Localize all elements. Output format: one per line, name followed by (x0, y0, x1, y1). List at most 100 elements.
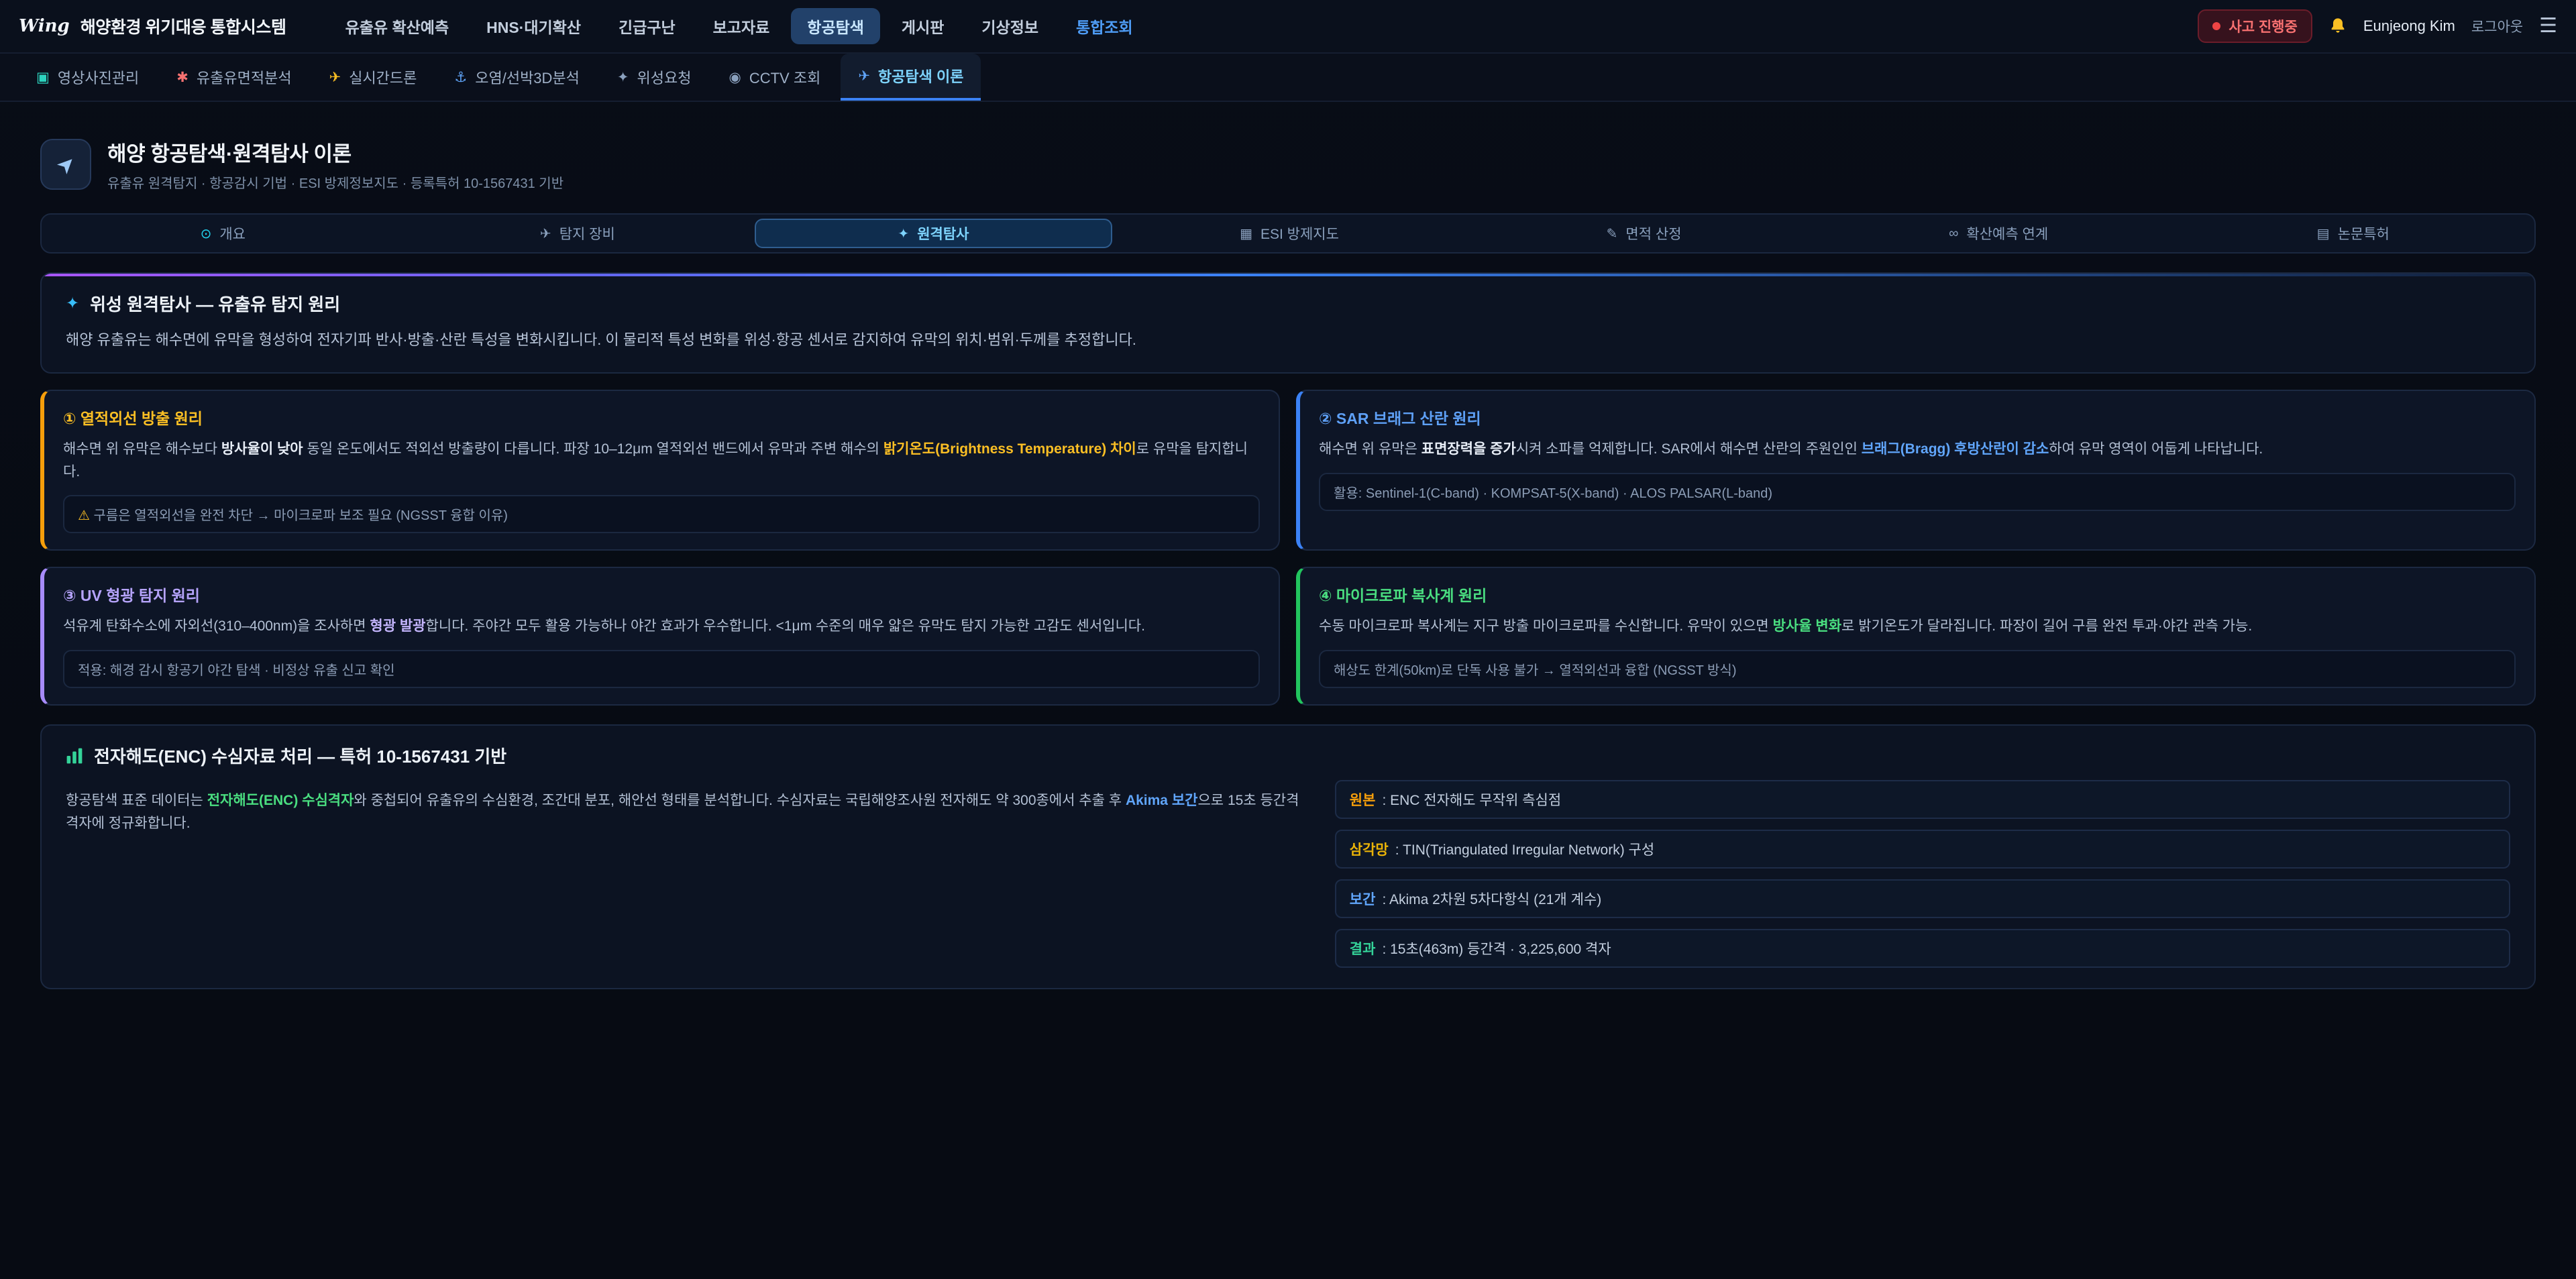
nav-item-weather-info[interactable]: 기상정보 (965, 8, 1055, 44)
page-plane-icon: ➤ (40, 139, 91, 190)
brand[interactable]: Wing 해양환경 위기대응 통합시스템 (19, 14, 286, 38)
enc-row-result: 결과 : 15초(463m) 등간격 · 3,225,600 격자 (1335, 929, 2510, 968)
card-body: 석유계 탄화수소에 자외선(310–400nm)을 조사하면 형광 발광합니다.… (63, 615, 1260, 638)
document-icon: ▤ (2317, 225, 2330, 242)
notification-bell-icon[interactable] (2328, 17, 2347, 36)
nav-item-emergency-rescue[interactable]: 긴급구난 (602, 8, 692, 44)
satellite-icon: ✦ (617, 69, 629, 86)
principle-card-uv-fluorescence: ③ UV 형광 탐지 원리 석유계 탄화수소에 자외선(310–400nm)을 … (40, 567, 1280, 706)
tab-overview[interactable]: ⊙ 개요 (46, 219, 400, 248)
enc-pipeline-rows: 원본 : ENC 전자해도 무작위 측심점 삼각망 : TIN(Triangul… (1335, 780, 2510, 968)
tab-label: 면적 산정 (1625, 223, 1681, 243)
ship-analysis-icon: ⚓ (454, 69, 467, 86)
topnav-right: 사고 진행중 Eunjeong Kim 로그아웃 ☰ (2198, 9, 2557, 43)
top-navbar: Wing 해양환경 위기대응 통합시스템 유출유 확산예측 HNS·대기확산 긴… (0, 0, 2576, 54)
enc-row-value: : Akima 2차원 5차다항식 (21개 계수) (1382, 889, 1601, 909)
card-note: 활용: Sentinel-1(C-band) · KOMPSAT-5(X-ban… (1319, 473, 2516, 511)
tab-esi-map[interactable]: ▦ ESI 방제지도 (1112, 219, 1467, 248)
satellite-icon: ✦ (898, 225, 909, 242)
subnav-item-cctv[interactable]: ◉ CCTV 조회 (712, 54, 839, 101)
subnav-item-pollution-ship-3d[interactable]: ⚓ 오염/선박3D분석 (437, 54, 597, 101)
remote-intro-text: 해양 유출유는 해수면에 유막을 형성하여 전자기파 반사·방출·산란 특성을 … (66, 328, 2510, 352)
subnav-label: 오염/선박3D분석 (475, 66, 580, 88)
page-title: 해양 항공탐색·원격탐사 이론 (107, 137, 564, 167)
brand-title: 해양환경 위기대응 통합시스템 (80, 14, 286, 38)
card-title: ① 열적외선 방출 원리 (63, 406, 1260, 429)
page-header: ➤ 해양 항공탐색·원격탐사 이론 유출유 원격탐지 · 항공감시 기법 · E… (40, 137, 2536, 192)
card-body: 수동 마이크로파 복사계는 지구 방출 마이크로파를 수신합니다. 유막이 있으… (1319, 615, 2516, 638)
subnav-item-image-management[interactable]: ▣ 영상사진관리 (19, 54, 156, 101)
equipment-plane-icon: ✈ (540, 225, 551, 242)
enc-row-label: 보간 (1350, 889, 1376, 909)
tab-papers-patents[interactable]: ▤ 논문특허 (2176, 219, 2530, 248)
tab-label: 탐지 장비 (559, 223, 615, 243)
section-title-enc: 전자해도(ENC) 수심자료 처리 — 특허 10-1567431 기반 (66, 743, 2510, 768)
nav-item-integrated-search[interactable]: 통합조회 (1060, 8, 1149, 44)
subnav-item-realtime-drone[interactable]: ✈ 실시간드론 (312, 54, 435, 101)
nav-item-board[interactable]: 게시판 (885, 8, 960, 44)
enc-row-tin: 삼각망 : TIN(Triangulated Irregular Network… (1335, 830, 2510, 869)
card-body: 해수면 위 유막은 해수보다 방사율이 낮아 동일 온도에서도 적외선 방출량이… (63, 438, 1260, 483)
tab-area-calculation[interactable]: ✎ 면적 산정 (1466, 219, 1821, 248)
section-title-text: 전자해도(ENC) 수심자료 처리 — 특허 10-1567431 기반 (94, 743, 506, 768)
enc-section: 전자해도(ENC) 수심자료 처리 — 특허 10-1567431 기반 항공탐… (40, 724, 2536, 989)
card-note: 해상도 한계(50km)로 단독 사용 불가 → 열적외선과 융합 (NGSST… (1319, 650, 2516, 688)
nav-item-spill-prediction[interactable]: 유출유 확산예측 (329, 8, 466, 44)
section-title-text: 위성 원격탐사 — 유출유 탐지 원리 (90, 291, 340, 316)
nav-item-reports[interactable]: 보고자료 (697, 8, 786, 44)
incident-status-badge[interactable]: 사고 진행중 (2198, 9, 2312, 43)
satellite-icon: ✦ (66, 294, 79, 313)
enc-content: 항공탐색 표준 데이터는 전자해도(ENC) 수심격자와 중첩되어 유출유의 수… (66, 780, 2510, 968)
tab-label: 원격탐사 (917, 223, 969, 243)
pencil-icon: ✎ (1607, 225, 1618, 242)
nav-item-aerial-search[interactable]: 항공탐색 (791, 8, 880, 44)
enc-row-label: 결과 (1350, 938, 1376, 958)
theory-plane-icon: ✈ (858, 68, 870, 85)
enc-row-interpolation: 보간 : Akima 2차원 5차다항식 (21개 계수) (1335, 879, 2510, 918)
principle-card-microwave-radiometer: ④ 마이크로파 복사계 원리 수동 마이크로파 복사계는 지구 방출 마이크로파… (1296, 567, 2536, 706)
enc-row-value: : ENC 전자해도 무작위 측심점 (1382, 789, 1561, 810)
card-note: ⚠ 구름은 열적외선을 완전 차단 → 마이크로파 보조 필요 (NGSST 융… (63, 495, 1260, 533)
cctv-icon: ◉ (729, 69, 741, 86)
subnav-label: 유출유면적분석 (197, 66, 292, 88)
user-name: Eunjeong Kim (2363, 17, 2455, 35)
card-title: ② SAR 브래그 산란 원리 (1319, 406, 2516, 429)
subnav-item-oil-area-analysis[interactable]: ✱ 유출유면적분석 (159, 54, 309, 101)
hamburger-menu-icon[interactable]: ☰ (2539, 16, 2557, 36)
subnav-label: 위성요청 (637, 66, 692, 88)
tab-prediction-link[interactable]: ∞ 확산예측 연계 (1821, 219, 2176, 248)
card-note: 적용: 해경 감시 항공기 야간 탐색 · 비정상 유출 신고 확인 (63, 650, 1260, 688)
subnav-label: 영상사진관리 (58, 66, 139, 88)
brand-logo-icon: Wing (19, 16, 70, 36)
map-icon: ▦ (1240, 225, 1252, 242)
logout-button[interactable]: 로그아웃 (2471, 16, 2523, 36)
card-body: 해수면 위 유막은 표면장력을 증가시켜 소파를 억제합니다. SAR에서 해수… (1319, 438, 2516, 461)
section-title-remote: ✦ 위성 원격탐사 — 유출유 탐지 원리 (66, 291, 2510, 316)
enc-row-label: 삼각망 (1350, 839, 1389, 859)
enc-row-value: : 15초(463m) 등간격 · 3,225,600 격자 (1382, 938, 1611, 958)
subnav-item-aerial-theory[interactable]: ✈ 항공탐색 이론 (841, 54, 981, 101)
sub-navbar: ▣ 영상사진관리 ✱ 유출유면적분석 ✈ 실시간드론 ⚓ 오염/선박3D분석 ✦… (0, 54, 2576, 102)
theory-tabbar: ⊙ 개요 ✈ 탐지 장비 ✦ 원격탐사 ▦ ESI 방제지도 ✎ 면적 산정 ∞… (40, 213, 2536, 254)
app-root: Wing 해양환경 위기대응 통합시스템 유출유 확산예측 HNS·대기확산 긴… (0, 0, 2576, 1278)
enc-row-source: 원본 : ENC 전자해도 무작위 측심점 (1335, 780, 2510, 819)
card-title: ④ 마이크로파 복사계 원리 (1319, 583, 2516, 606)
subnav-item-satellite-request[interactable]: ✦ 위성요청 (600, 54, 709, 101)
enc-row-value: : TIN(Triangulated Irregular Network) 구성 (1395, 839, 1654, 859)
nav-item-hns-diffusion[interactable]: HNS·대기확산 (470, 8, 597, 44)
tab-remote-sensing[interactable]: ✦ 원격탐사 (755, 219, 1112, 248)
tab-label: 개요 (219, 223, 246, 243)
principle-cards-grid: ① 열적외선 방출 원리 해수면 위 유막은 해수보다 방사율이 낮아 동일 온… (40, 390, 2536, 706)
enc-description: 항공탐색 표준 데이터는 전자해도(ENC) 수심격자와 중첩되어 유출유의 수… (66, 789, 1300, 834)
card-title: ③ UV 형광 탐지 원리 (63, 583, 1260, 606)
main-menu: 유출유 확산예측 HNS·대기확산 긴급구난 보고자료 항공탐색 게시판 기상정… (329, 8, 2174, 44)
incident-status-label: 사고 진행중 (2229, 16, 2297, 36)
subnav-label: 실시간드론 (349, 66, 417, 88)
overview-icon: ⊙ (201, 225, 212, 242)
photos-icon: ▣ (36, 69, 50, 86)
tab-detection-equipment[interactable]: ✈ 탐지 장비 (400, 219, 755, 248)
link-icon: ∞ (1949, 226, 1958, 241)
subnav-label: CCTV 조회 (749, 66, 820, 88)
bar-chart-icon (66, 747, 83, 765)
principle-card-thermal-ir: ① 열적외선 방출 원리 해수면 위 유막은 해수보다 방사율이 낮아 동일 온… (40, 390, 1280, 551)
